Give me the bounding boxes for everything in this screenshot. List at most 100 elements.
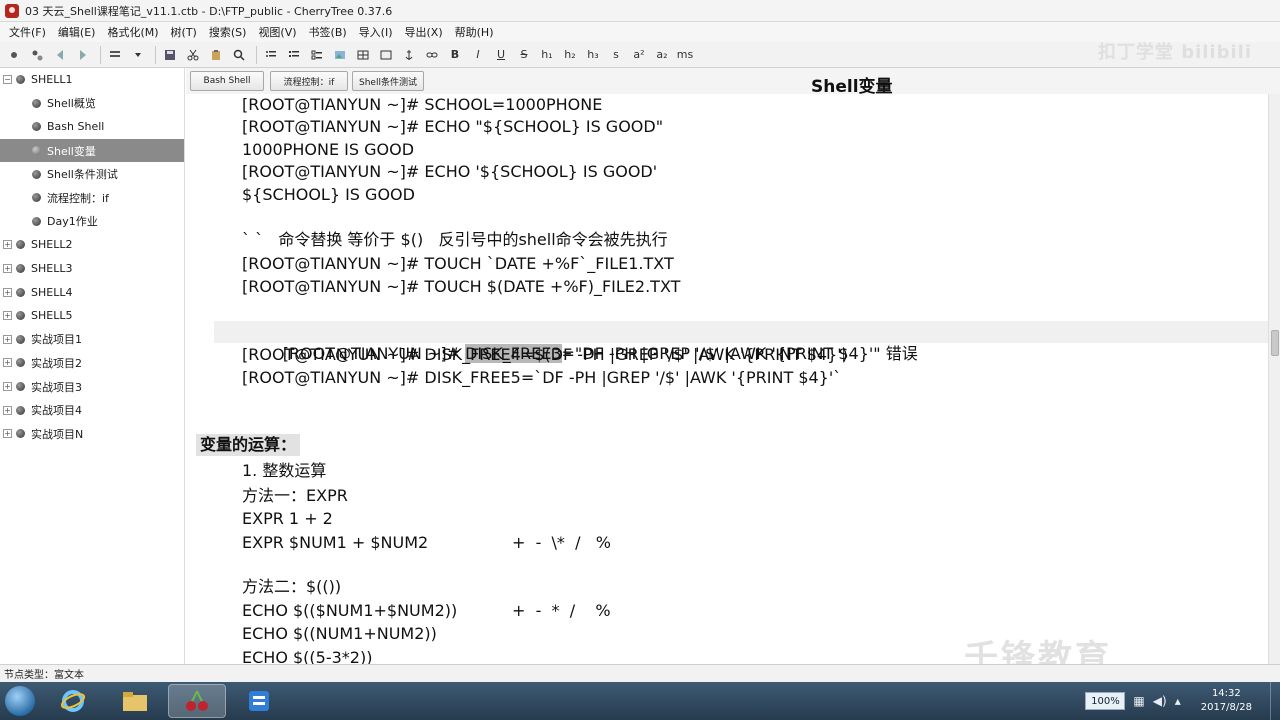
taskbar-explorer[interactable] [106, 684, 164, 718]
collapse-icon[interactable]: − [3, 75, 12, 85]
tree-node-project4[interactable]: + 实战项目4 [0, 398, 184, 422]
volume-icon[interactable]: ◀) [1153, 694, 1167, 708]
menu-file[interactable]: 文件(F) [4, 23, 51, 41]
tree-node-shell-variables[interactable]: Shell变量 [0, 138, 184, 163]
text-line[interactable]: ECHO $((NUM1+NUM2)) [242, 623, 437, 645]
system-clock[interactable]: 14:32 2017/8/28 [1201, 687, 1252, 715]
zoom-level-badge[interactable]: 100% [1085, 692, 1126, 710]
search-icon[interactable] [229, 45, 249, 65]
text-line[interactable]: EXPR $NUM1 + $NUM2 [242, 532, 428, 554]
expand-icon[interactable]: + [3, 358, 12, 368]
menu-tree[interactable]: 树(T) [166, 23, 202, 41]
add-node-icon[interactable] [4, 45, 24, 65]
cut-icon[interactable] [183, 45, 203, 65]
text-line[interactable]: + - \* / % [512, 532, 611, 554]
tray-overflow-icon[interactable]: ▴ [1175, 694, 1181, 708]
expand-icon[interactable]: + [3, 429, 12, 439]
small-button[interactable]: s [606, 45, 626, 65]
taskbar-app[interactable] [230, 684, 288, 718]
text-line[interactable]: [ROOT@TIANYUN ~]# ECHO '${SCHOOL} IS GOO… [242, 161, 657, 183]
text-line[interactable]: ECHO $((5-3*2)) [242, 647, 372, 664]
tree-node-shell4[interactable]: + SHELL4 [0, 280, 184, 304]
bold-icon[interactable]: B [445, 45, 465, 65]
strikethrough-icon[interactable]: S [514, 45, 534, 65]
expand-icon[interactable]: + [3, 264, 12, 274]
monospace-button[interactable]: ms [675, 45, 695, 65]
show-desktop-button[interactable] [1270, 682, 1280, 720]
tree-node-bash-shell[interactable]: Bash Shell [0, 115, 184, 139]
text-line[interactable]: ` ` 命令替换 等价于 $() 反引号中的shell命令会被先执行 [242, 229, 668, 251]
scrollbar-thumb[interactable] [1271, 330, 1279, 356]
tab-flow-control-if[interactable]: 流程控制：if [270, 71, 348, 91]
expand-icon[interactable]: + [3, 287, 12, 297]
tree-node-projectn[interactable]: + 实战项目N [0, 422, 184, 446]
tree-node-shell-condition-test[interactable]: Shell条件测试 [0, 162, 184, 186]
tree-node-shell5[interactable]: + SHELL5 [0, 304, 184, 328]
heading3-button[interactable]: h₃ [583, 45, 603, 65]
menu-bookmarks[interactable]: 书签(B) [304, 23, 352, 41]
expand-icon[interactable]: + [3, 382, 12, 392]
network-icon[interactable]: ▦ [1133, 694, 1144, 708]
taskbar-ie[interactable] [44, 684, 102, 718]
expand-icon[interactable]: + [3, 311, 12, 321]
text-line[interactable]: + - * / % [512, 600, 611, 622]
save-icon[interactable] [160, 45, 180, 65]
rich-text-editor[interactable]: [ROOT@TIANYUN ~]# SCHOOL=1000PHONE [ROOT… [186, 94, 1268, 664]
current-text-line[interactable]: [ROOT@TIANYUN ~]# DISK_FREE3="DF -PH |GR… [214, 321, 1268, 363]
menu-help[interactable]: 帮助(H) [450, 23, 499, 41]
tree-node-project3[interactable]: + 实战项目3 [0, 375, 184, 399]
subscript-button[interactable]: a₂ [652, 45, 672, 65]
menu-format[interactable]: 格式化(M) [102, 23, 163, 41]
text-line[interactable]: 1. 整数运算 [242, 460, 326, 482]
text-line[interactable]: [ROOT@TIANYUN ~]# SCHOOL=1000PHONE [242, 94, 602, 116]
text-line[interactable]: [ROOT@TIANYUN ~]# TOUCH `DATE +%F`_FILE1… [242, 253, 674, 275]
text-line[interactable]: 方法一：EXPR [242, 485, 348, 507]
text-line[interactable]: [ROOT@TIANYUN ~]# DISK_FREE5=`DF -PH |GR… [242, 367, 841, 389]
taskbar-cherrytree[interactable] [168, 684, 226, 718]
vertical-scrollbar[interactable] [1268, 94, 1280, 664]
heading1-button[interactable]: h₁ [537, 45, 557, 65]
superscript-button[interactable]: a² [629, 45, 649, 65]
insert-image-icon[interactable] [330, 45, 350, 65]
expand-icon[interactable]: + [3, 405, 12, 415]
insert-link-icon[interactable] [422, 45, 442, 65]
tree-node-flow-control-if[interactable]: 流程控制：if [0, 186, 184, 210]
tab-shell-condition-test[interactable]: Shell条件测试 [352, 71, 424, 91]
insert-table-icon[interactable] [353, 45, 373, 65]
text-line[interactable]: ECHO $(($NUM1+$NUM2)) [242, 600, 457, 622]
tree-node-shell1[interactable]: − SHELL1 [0, 68, 184, 92]
tree-node-day1-homework[interactable]: Day1作业 [0, 210, 184, 234]
text-line[interactable]: EXPR 1 + 2 [242, 508, 333, 530]
text-line[interactable]: [ROOT@TIANYUN ~]# ECHO "${SCHOOL} IS GOO… [242, 116, 663, 138]
arrow-right-icon[interactable] [73, 45, 93, 65]
text-line[interactable]: 1000PHONE IS GOOD [242, 139, 414, 161]
expand-icon[interactable]: + [3, 240, 12, 250]
numbered-list-icon[interactable] [284, 45, 304, 65]
text-line[interactable]: [ROOT@TIANYUN ~]# TOUCH $(DATE +%F)_FILE… [242, 276, 680, 298]
start-button[interactable] [0, 682, 40, 720]
section-heading[interactable]: 变量的运算： [196, 434, 301, 456]
menu-import[interactable]: 导入(I) [354, 23, 398, 41]
tree-node-shell-overview[interactable]: Shell概览 [0, 92, 184, 116]
underline-icon[interactable]: U [491, 45, 511, 65]
menu-edit[interactable]: 编辑(E) [53, 23, 101, 41]
bulleted-list-icon[interactable] [261, 45, 281, 65]
tree-node-shell2[interactable]: + SHELL2 [0, 233, 184, 257]
menu-search[interactable]: 搜索(S) [204, 23, 252, 41]
menu-view[interactable]: 视图(V) [253, 23, 301, 41]
tree-node-shell3[interactable]: + SHELL3 [0, 257, 184, 281]
menu-export[interactable]: 导出(X) [400, 23, 448, 41]
text-line[interactable]: [ROOT@TIANYUN ~]# DISK_FREE4=$(DF -PH |G… [242, 344, 848, 366]
tab-bash-shell[interactable]: Bash Shell [190, 71, 264, 91]
text-line[interactable]: ${SCHOOL} IS GOOD [242, 184, 415, 206]
tree-node-project1[interactable]: + 实战项目1 [0, 328, 184, 352]
paste-icon[interactable] [206, 45, 226, 65]
insert-codebox-icon[interactable] [376, 45, 396, 65]
add-subnode-icon[interactable] [27, 45, 47, 65]
tree-node-project2[interactable]: + 实战项目2 [0, 351, 184, 375]
expand-icon[interactable]: + [3, 334, 12, 344]
arrow-left-icon[interactable] [50, 45, 70, 65]
insert-anchor-icon[interactable] [399, 45, 419, 65]
dropdown-arrow-icon[interactable] [128, 45, 148, 65]
todo-list-icon[interactable] [307, 45, 327, 65]
